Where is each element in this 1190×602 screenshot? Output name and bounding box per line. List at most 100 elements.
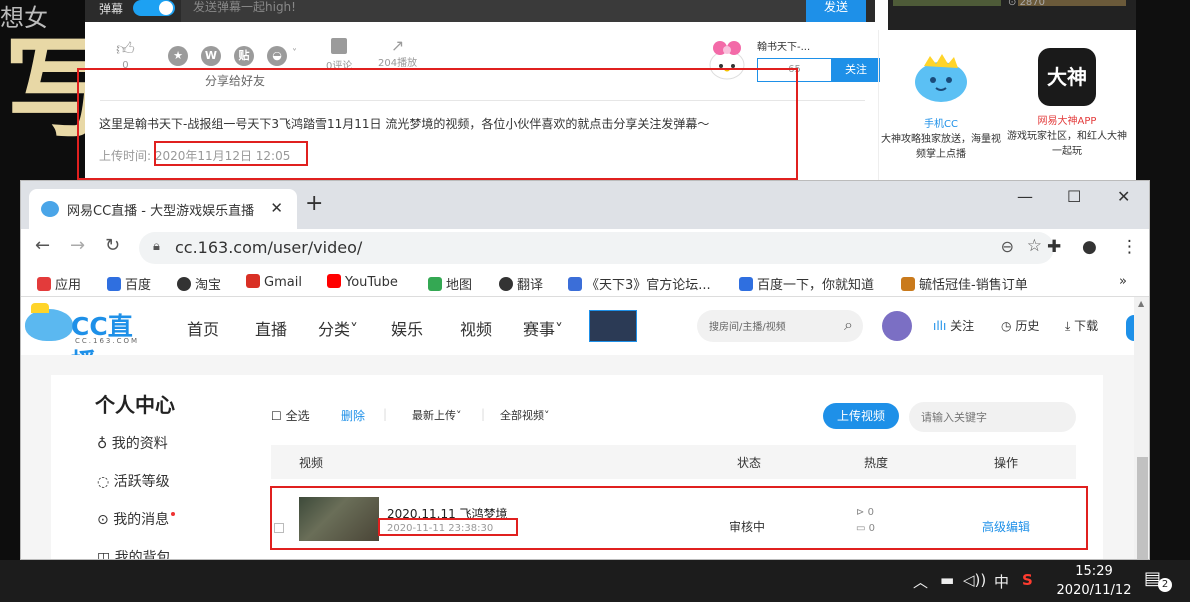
search-icon[interactable]: ⌕ [844, 315, 853, 335]
uploader-name[interactable]: 翰书天下-... [757, 38, 810, 53]
danmu-send-button[interactable]: 发送 [806, 0, 866, 22]
clock-icon: ◷ [1001, 319, 1012, 333]
danmu-toggle[interactable] [133, 0, 175, 16]
nav-home[interactable]: 首页 [187, 316, 219, 340]
sidebar-item-profile[interactable]: ♁ 我的资料 [97, 433, 168, 453]
scroll-up-icon[interactable]: ▲ [1138, 299, 1144, 308]
bookmark-apps[interactable]: 应用 [37, 274, 81, 293]
highlight-box [378, 518, 518, 536]
nav-entertainment[interactable]: 娱乐 [391, 316, 423, 340]
more-bookmarks-icon[interactable]: » [1119, 274, 1127, 289]
tianxia3-icon [568, 277, 582, 291]
history-link[interactable]: ◷ 历史 [1001, 317, 1039, 334]
cc-favicon-icon [41, 201, 59, 217]
maps-icon [428, 277, 442, 291]
notification-count: 2 [1158, 578, 1172, 592]
download-link[interactable]: ⤓ 下载 [1065, 317, 1098, 334]
url-text: cc.163.com/user/video/ [175, 238, 363, 257]
bookmark-orders[interactable]: 毓恬冠佳-销售订单 [901, 274, 1028, 293]
cc-bird-icon [25, 303, 73, 341]
follow-button[interactable]: 关注 [832, 58, 880, 82]
clock-time: 15:29 [1075, 564, 1113, 579]
scrollbar[interactable]: ▲ [1134, 297, 1149, 559]
unread-dot [171, 512, 176, 516]
nav-video[interactable]: 视频 [460, 316, 492, 340]
bookmarks-bar: 应用 百度 淘宝 Gmail YouTube 地图 翻译 《天下3》官方论坛..… [21, 267, 1149, 297]
scrollbar-thumb[interactable] [1137, 457, 1148, 559]
new-tab-icon[interactable]: + [305, 191, 323, 216]
sidebar-item-messages[interactable]: ⊙ 我的消息 [97, 509, 176, 529]
nav-events[interactable]: 赛事˅ [523, 316, 563, 340]
sidebar-item-backpack[interactable]: ◫ 我的背包 [97, 547, 171, 559]
gmail-icon [246, 274, 260, 288]
ime-indicator[interactable]: 中 [994, 571, 1009, 592]
system-clock[interactable]: 15:29 2020/11/12 [1052, 562, 1136, 600]
fire-icon: ◌ [97, 474, 110, 490]
site-search[interactable]: 搜房间/主播/视频 ⌕ [697, 310, 863, 342]
related-thumb[interactable] [893, 0, 1001, 6]
tray-chevron-icon[interactable]: ︿ [913, 571, 928, 592]
upload-video-button[interactable]: 上传视频 [823, 403, 899, 429]
baidu-icon [107, 277, 121, 291]
danmu-input[interactable]: 发送弹幕一起high! [181, 0, 806, 22]
bookmark-gmail[interactable]: Gmail [246, 274, 302, 290]
profile-icon[interactable]: ● [1082, 237, 1097, 257]
menu-dots-icon[interactable]: ⋮ [1121, 237, 1138, 257]
share-tieba-icon[interactable]: 贴 [234, 46, 254, 66]
close-window-icon[interactable]: ✕ [1117, 187, 1130, 206]
share-more-chevron-icon[interactable]: ˅ [292, 48, 297, 59]
bookmark-baidu-search[interactable]: 百度一下，你就知道 [739, 274, 874, 293]
login-tab-edge[interactable] [1126, 315, 1134, 341]
battery-icon[interactable]: ▬ [940, 571, 954, 589]
bookmark-youtube[interactable]: YouTube [327, 274, 398, 290]
col-action: 操作 [994, 456, 1019, 470]
nav-category[interactable]: 分类˅ [318, 316, 358, 340]
comments-button[interactable]: 0评论 [326, 38, 352, 72]
tab-close-icon[interactable]: ✕ [270, 199, 283, 217]
col-video: 视频 [299, 456, 324, 470]
follow-link[interactable]: ıllı 关注 [933, 317, 974, 334]
title-bar: 网易CC直播 - 大型游戏娱乐直播 ✕ + — ☐ ✕ [21, 181, 1149, 229]
sort-dropdown[interactable]: 最新上传˅ [412, 407, 462, 423]
cc-logo-sub: CC.163.COM [75, 337, 140, 345]
extensions-icon[interactable]: ✚ [1047, 237, 1061, 257]
bookmark-tianxia3[interactable]: 《天下3》官方论坛... [568, 274, 711, 293]
nav-banner[interactable] [589, 310, 637, 342]
volume-icon[interactable]: ◁)) [963, 571, 986, 589]
dashen-logo-icon: 大神 [1038, 48, 1096, 106]
promo-dashen-app[interactable]: 大神 网易大神APP 游戏玩家社区，和红人大神一起玩 [1007, 48, 1127, 159]
sogou-ime-icon[interactable]: S [1022, 571, 1033, 589]
share-star-icon[interactable]: ★ [168, 46, 188, 66]
notification-center-icon[interactable]: ▤ 2 [1144, 568, 1172, 592]
select-all-checkbox[interactable]: ☐ 全选 [271, 407, 310, 424]
delete-button[interactable]: 删除 [341, 407, 365, 424]
maximize-icon[interactable]: ☐ [1067, 187, 1081, 206]
promo-mobile-cc[interactable]: 手机CC 大神攻略独家放送，海量视频掌上点播 [881, 48, 1001, 162]
back-icon[interactable]: ← [35, 235, 50, 256]
address-bar: ← → ↻ 🔒︎ cc.163.com/user/video/ ⊖ ☆ ✚ ● … [21, 229, 1149, 267]
sidebar-item-level[interactable]: ◌ 活跃等级 [97, 471, 170, 491]
table-header: 视频 状态 热度 操作 [271, 445, 1076, 479]
globe-icon [177, 277, 191, 291]
bookmark-taobao[interactable]: 淘宝 [177, 274, 221, 293]
share-wechat-icon[interactable]: ◒ [267, 46, 287, 66]
zoom-icon[interactable]: ⊖ [1001, 237, 1014, 256]
share-weibo-icon[interactable]: W [201, 46, 221, 66]
like-button[interactable]: 👍︎ 0 [116, 38, 135, 71]
bookmark-translate[interactable]: 翻译 [499, 274, 543, 293]
cc-logo[interactable]: CC直播 CC.163.COM [25, 303, 155, 377]
bookmark-maps[interactable]: 地图 [428, 274, 472, 293]
browser-tab[interactable]: 网易CC直播 - 大型游戏娱乐直播 ✕ [29, 189, 297, 229]
keyword-search-input[interactable] [909, 402, 1076, 432]
reload-icon[interactable]: ↻ [105, 235, 120, 256]
bookmark-star-icon[interactable]: ☆ [1027, 236, 1042, 256]
filter-dropdown[interactable]: 全部视频˅ [500, 407, 550, 423]
bookmark-baidu[interactable]: 百度 [107, 274, 151, 293]
minimize-icon[interactable]: — [1017, 187, 1033, 206]
forward-icon[interactable]: → [70, 235, 85, 256]
user-avatar[interactable] [882, 311, 912, 341]
danmu-bar: 弹幕 发送弹幕一起high! 发送 [85, 0, 875, 22]
url-field[interactable]: 🔒︎ cc.163.com/user/video/ ⊖ ☆ [139, 232, 1054, 264]
nav-live[interactable]: 直播 [255, 316, 287, 340]
clock-date: 2020/11/12 [1056, 583, 1132, 598]
